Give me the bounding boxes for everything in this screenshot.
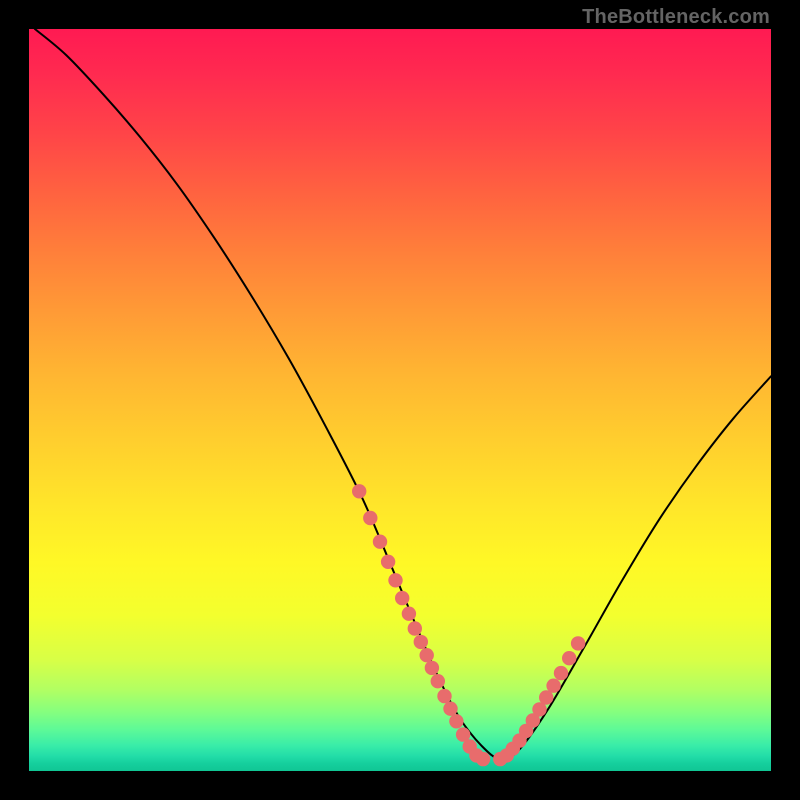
bottleneck-curve-path <box>35 29 771 759</box>
highlight-dot <box>352 484 366 498</box>
highlight-dot <box>443 702 457 716</box>
highlight-dot <box>546 679 560 693</box>
highlight-dot <box>425 661 439 675</box>
highlight-dots <box>352 484 585 766</box>
highlight-dot <box>420 648 434 662</box>
chart-frame: TheBottleneck.com <box>0 0 800 800</box>
highlight-dot <box>476 752 490 766</box>
highlight-dot <box>388 573 402 587</box>
highlight-dot <box>414 635 428 649</box>
highlight-dot <box>381 555 395 569</box>
highlight-dot <box>402 607 416 621</box>
highlight-dot <box>437 689 451 703</box>
highlight-dot <box>395 591 409 605</box>
highlight-dot <box>373 535 387 549</box>
highlight-dot <box>449 714 463 728</box>
plot-area <box>29 29 771 771</box>
highlight-dot <box>554 666 568 680</box>
highlight-dot <box>408 621 422 635</box>
highlight-dot <box>562 651 576 665</box>
watermark-text: TheBottleneck.com <box>582 6 770 29</box>
highlight-dot <box>571 636 585 650</box>
highlight-dot <box>363 511 377 525</box>
highlight-dot <box>431 674 445 688</box>
curve-layer <box>29 29 771 771</box>
